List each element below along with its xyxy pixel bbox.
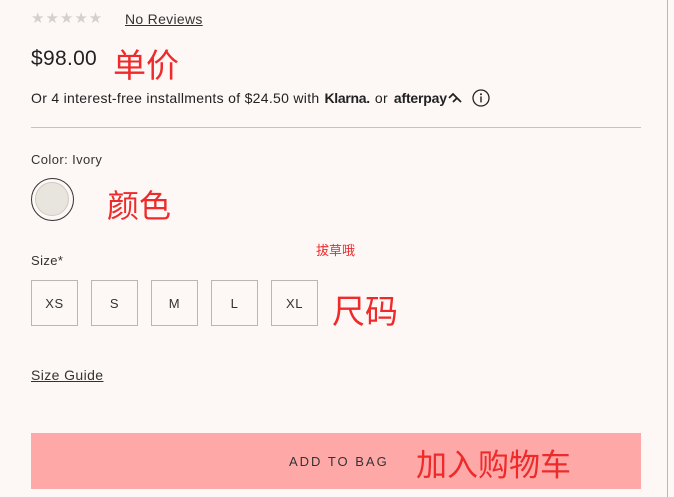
annotation-color: 颜色	[107, 187, 172, 225]
color-swatch-ivory[interactable]	[31, 178, 74, 221]
price: $98.00	[31, 47, 98, 70]
klarna-logo: Klarna.	[324, 90, 370, 106]
annotation-price: 单价	[113, 46, 179, 85]
annotation-add-to-bag: 加入购物车	[416, 448, 571, 484]
info-icon[interactable]	[472, 89, 490, 107]
right-border	[667, 0, 668, 497]
swatch-fill	[35, 182, 69, 216]
installments-or: or	[374, 90, 388, 106]
size-option-xs[interactable]: XS	[31, 280, 78, 326]
divider	[31, 127, 641, 128]
annotation-size: 尺码	[332, 292, 398, 331]
reviews-link[interactable]: No Reviews	[125, 11, 203, 27]
size-label: Size*	[31, 253, 64, 268]
size-option-m[interactable]: M	[151, 280, 198, 326]
size-guide-link[interactable]: Size Guide	[31, 367, 103, 383]
afterpay-arrows-icon	[448, 93, 462, 103]
afterpay-logo: afterpay	[393, 90, 447, 106]
annotation-small: 拔草哦	[316, 243, 356, 258]
rating-stars: ★★★★★	[31, 10, 104, 27]
installments-row: Or 4 interest-free installments of $24.5…	[31, 89, 490, 107]
installments-text: Or 4 interest-free installments of $24.5…	[31, 90, 320, 106]
size-option-l[interactable]: L	[211, 280, 258, 326]
add-to-bag-label: ADD TO BAG	[289, 454, 389, 469]
size-option-xl[interactable]: XL	[271, 280, 318, 326]
color-label: Color: Ivory	[31, 152, 103, 167]
size-option-s[interactable]: S	[91, 280, 138, 326]
